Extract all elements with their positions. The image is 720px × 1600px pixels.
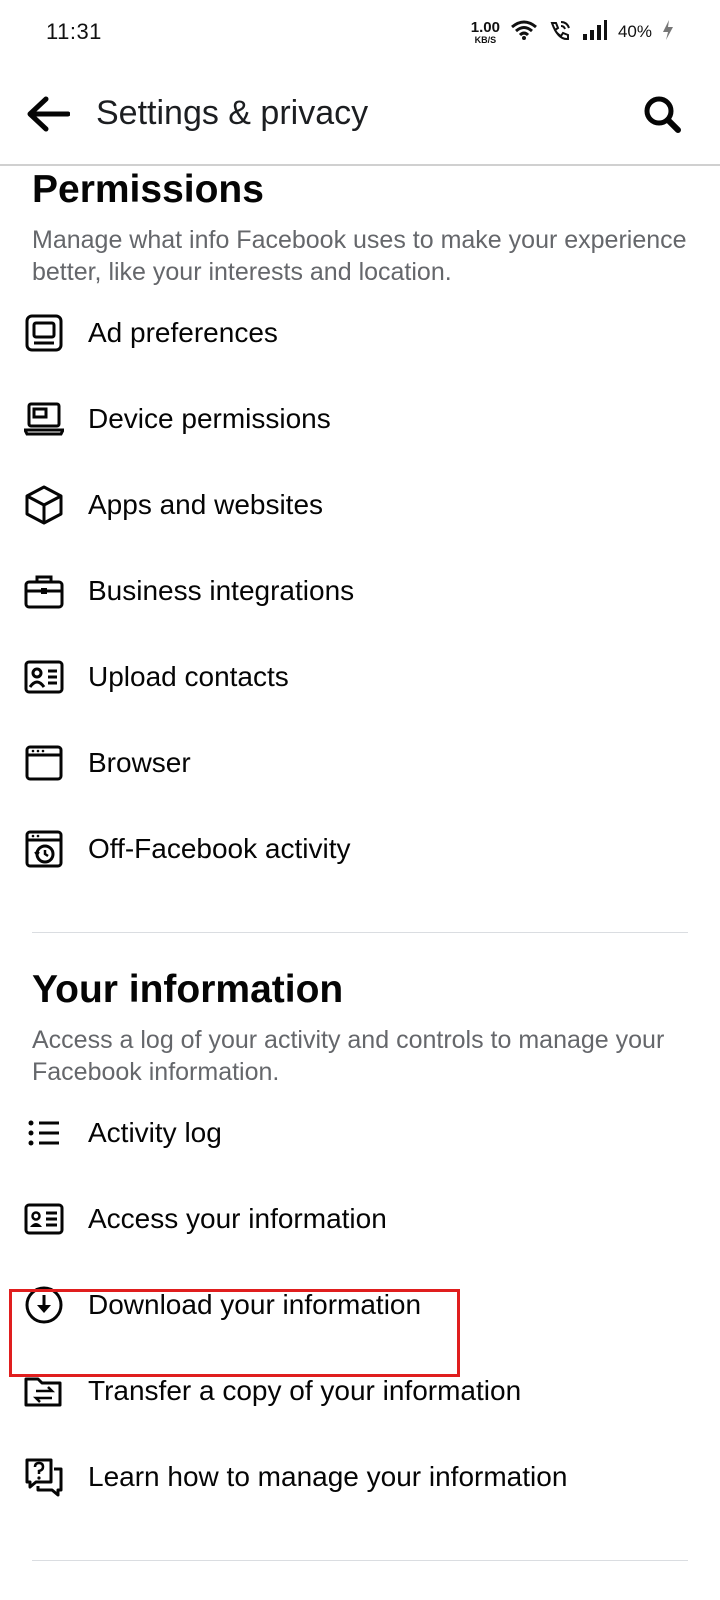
- browser-icon: [24, 743, 64, 783]
- menu-item-label: Apps and websites: [88, 489, 324, 520]
- permissions-description: Manage what info Facebook uses to make y…: [32, 226, 687, 286]
- back-arrow-icon: [27, 96, 70, 132]
- network-speed: 1.00 KB/S: [471, 20, 500, 45]
- transfer-folder-icon: [24, 1371, 64, 1411]
- download-icon: [24, 1285, 64, 1325]
- battery-percent: 40%: [617, 22, 652, 41]
- menu-item-off-facebook-activity[interactable]: Off-Facebook activity: [0, 806, 720, 892]
- back-button[interactable]: [24, 90, 72, 138]
- wifi-icon: [510, 19, 538, 46]
- app-bar: Settings & privacy: [0, 64, 720, 166]
- menu-item-label: Upload contacts: [88, 661, 289, 692]
- briefcase-icon: [24, 571, 64, 611]
- menu-item-access-your-information[interactable]: Access your information: [0, 1176, 720, 1262]
- menu-item-download-your-information[interactable]: Download your information: [0, 1262, 720, 1348]
- network-speed-value: 1.00: [470, 18, 500, 36]
- menu-item-label: Access your information: [88, 1203, 387, 1234]
- list-icon: [24, 1113, 64, 1153]
- network-speed-unit: KB/S: [474, 34, 497, 45]
- menu-item-label: Activity log: [88, 1117, 222, 1148]
- menu-item-device-permissions[interactable]: Device permissions: [0, 376, 720, 462]
- status-bar: 11:31 1.00 KB/S 40%: [0, 0, 720, 64]
- menu-item-label: Ad preferences: [88, 317, 278, 348]
- permissions-title: Permissions: [32, 168, 264, 211]
- menu-item-upload-contacts[interactable]: Upload contacts: [0, 634, 720, 720]
- page-title: Settings & privacy: [96, 94, 369, 132]
- menu-item-label: Learn how to manage your information: [88, 1461, 568, 1492]
- menu-item-label: Business integrations: [88, 575, 355, 606]
- menu-item-business-integrations[interactable]: Business integrations: [0, 548, 720, 634]
- menu-item-learn-manage-information[interactable]: Learn how to manage your information: [0, 1434, 720, 1520]
- your-information-section-header: Your information Access a log of your ac…: [32, 968, 692, 1088]
- menu-item-ad-preferences[interactable]: Ad preferences: [0, 290, 720, 376]
- menu-item-activity-log[interactable]: Activity log: [0, 1090, 720, 1176]
- menu-item-label: Browser: [88, 747, 191, 778]
- search-icon: [644, 96, 681, 133]
- menu-item-browser[interactable]: Browser: [0, 720, 720, 806]
- menu-item-label: Download your information: [88, 1289, 422, 1320]
- section-divider: [32, 1560, 688, 1561]
- help-chat-icon: [24, 1457, 64, 1497]
- device-icon: [24, 399, 64, 439]
- menu-item-label: Transfer a copy of your information: [88, 1375, 522, 1406]
- your-information-description: Access a log of your activity and contro…: [32, 1026, 665, 1086]
- ad-preferences-icon: [24, 313, 64, 353]
- history-icon: [24, 829, 64, 869]
- status-time: 11:31: [46, 19, 102, 44]
- charging-icon: [662, 19, 674, 46]
- id-card-icon: [24, 1199, 64, 1239]
- wifi-calling-icon: [548, 19, 572, 46]
- status-icons: 1.00 KB/S 40%: [471, 19, 674, 46]
- your-information-title: Your information: [32, 968, 344, 1011]
- signal-icon: [582, 19, 608, 46]
- menu-item-apps-and-websites[interactable]: Apps and websites: [0, 462, 720, 548]
- contact-card-icon: [24, 657, 64, 697]
- cube-icon: [24, 485, 64, 525]
- section-divider: [32, 932, 688, 933]
- search-button[interactable]: [638, 90, 686, 138]
- menu-item-label: Device permissions: [88, 403, 331, 434]
- permissions-section-header: Permissions Manage what info Facebook us…: [32, 168, 692, 288]
- menu-item-label: Off-Facebook activity: [88, 833, 351, 864]
- menu-item-transfer-copy[interactable]: Transfer a copy of your information: [0, 1348, 720, 1434]
